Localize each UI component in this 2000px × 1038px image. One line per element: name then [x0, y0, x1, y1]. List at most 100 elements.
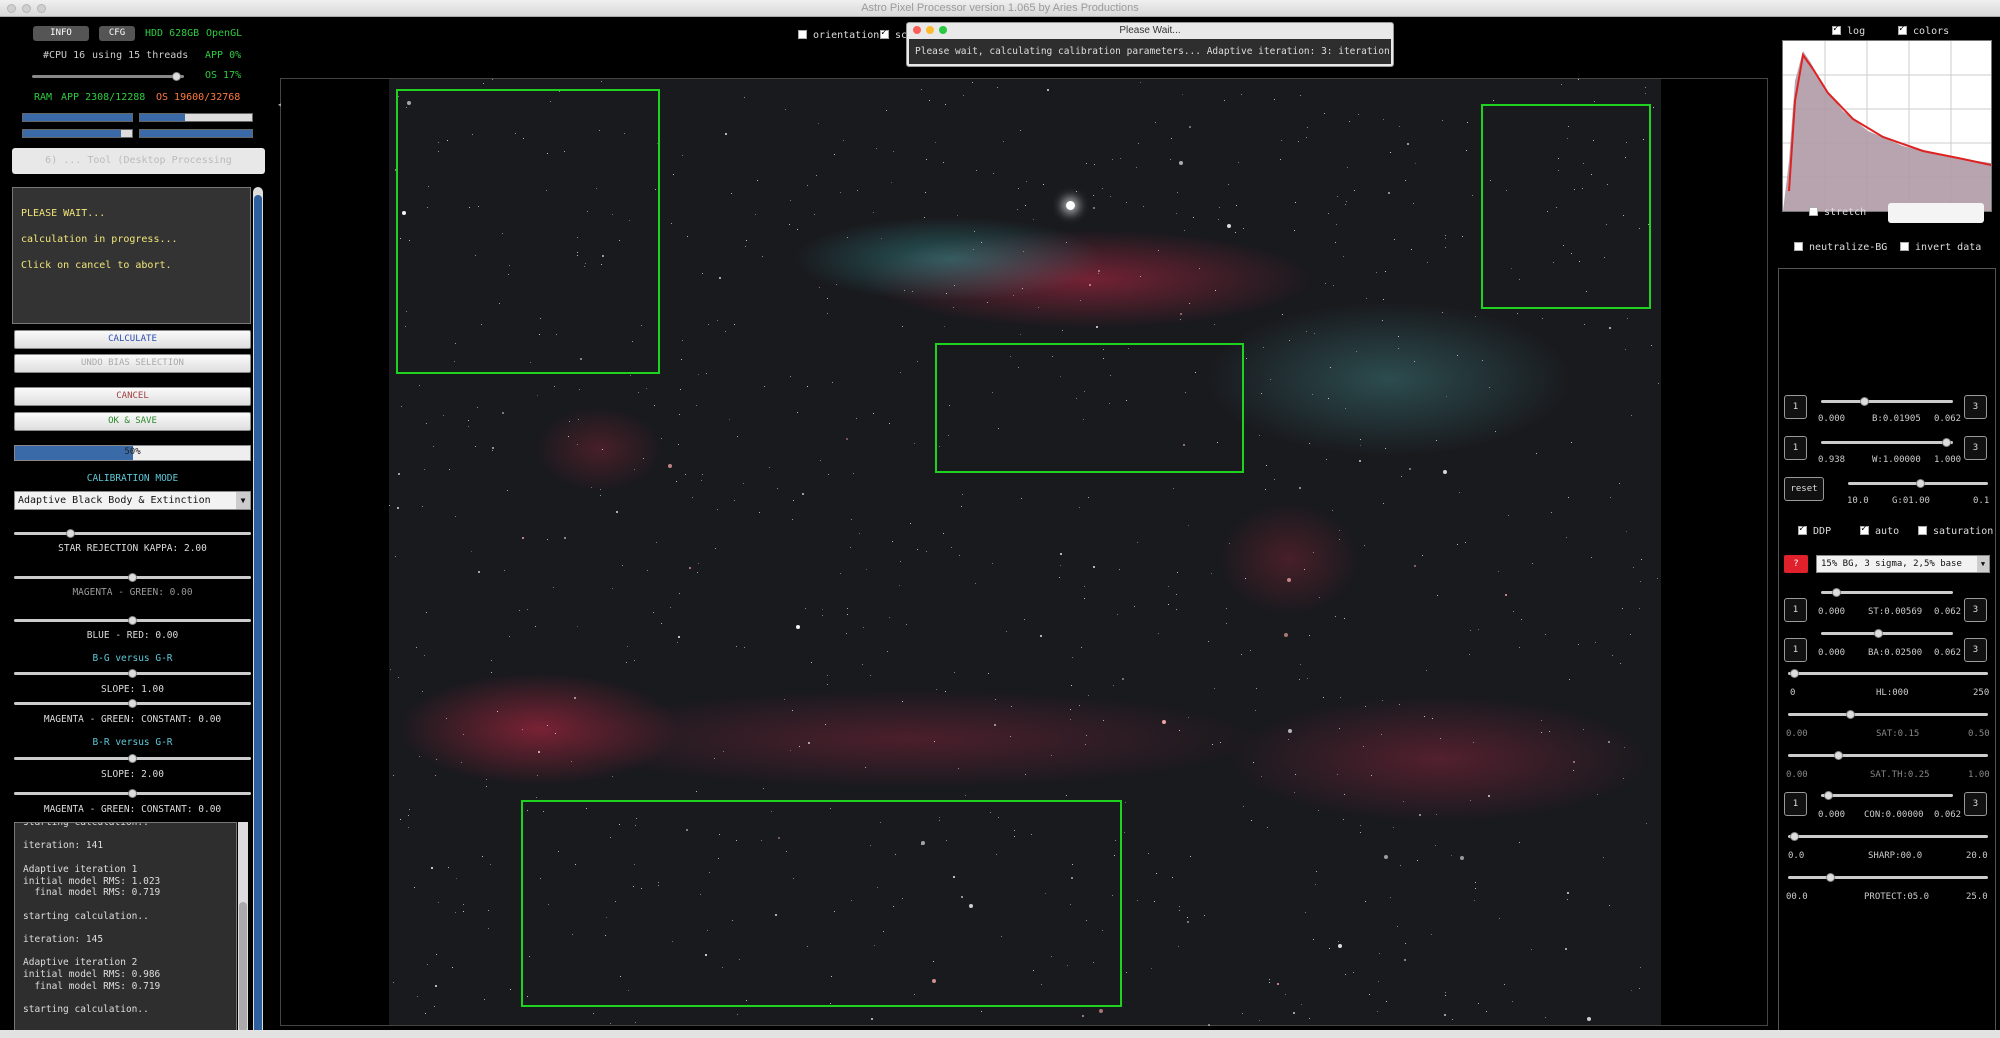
reset-button[interactable]: reset: [1784, 477, 1824, 501]
star: [1415, 163, 1417, 165]
log-area[interactable]: starting calculation.. iteration: 141 Ad…: [14, 822, 237, 1038]
cpu-slider[interactable]: [32, 72, 184, 81]
slider-knob[interactable]: [1916, 479, 1925, 488]
saturation-option[interactable]: saturation: [1918, 526, 1993, 537]
b-increase-button[interactable]: 3: [1964, 395, 1987, 419]
calculate-button[interactable]: CALCULATE: [14, 330, 251, 349]
slider-knob[interactable]: [66, 529, 75, 538]
con-decrease-button[interactable]: 1: [1784, 792, 1807, 816]
auto-option[interactable]: auto: [1860, 523, 1899, 537]
stretch-checkbox[interactable]: [1809, 207, 1818, 216]
cfg-button[interactable]: CFG: [99, 26, 135, 41]
ddp-preset-select[interactable]: 15% BG, 3 sigma, 2,5% base ▼: [1816, 555, 1990, 573]
mg-constant1-slider[interactable]: [14, 699, 251, 708]
w-increase-button[interactable]: 3: [1964, 436, 1987, 460]
w-decrease-button[interactable]: 1: [1784, 436, 1807, 460]
st-increase-button[interactable]: 3: [1964, 598, 1987, 622]
second-checkbox[interactable]: [880, 27, 889, 39]
b-slider[interactable]: [1821, 397, 1953, 406]
help-button[interactable]: ?: [1784, 555, 1808, 573]
chevron-down-icon[interactable]: ▼: [236, 492, 250, 509]
ddp-checkbox[interactable]: [1798, 523, 1807, 535]
slider-knob[interactable]: [1834, 751, 1843, 760]
satth-slider[interactable]: [1788, 751, 1988, 760]
log-option[interactable]: log: [1832, 23, 1865, 37]
g-slider[interactable]: [1848, 479, 1988, 488]
ba-increase-button[interactable]: 3: [1964, 638, 1987, 662]
orientation-option[interactable]: orientation: [798, 30, 879, 41]
protect-slider[interactable]: [1788, 873, 1988, 882]
cancel-button[interactable]: CANCEL: [14, 387, 251, 406]
cpu-slider-knob[interactable]: [172, 72, 181, 81]
slider-knob[interactable]: [1860, 397, 1869, 406]
colors-option[interactable]: colors: [1898, 23, 1949, 37]
neutralize-checkbox[interactable]: [1794, 242, 1803, 251]
sat-value: SAT:0.15: [1876, 729, 1920, 739]
chevron-down-icon[interactable]: ▼: [1977, 556, 1989, 572]
log-scrollbar[interactable]: [238, 822, 248, 1038]
sat-slider[interactable]: [1788, 710, 1988, 719]
orientation-checkbox[interactable]: [798, 30, 807, 39]
slider-knob[interactable]: [1942, 438, 1951, 447]
collapse-left-handle[interactable]: ◂: [277, 100, 283, 120]
slider-knob[interactable]: [1832, 588, 1841, 597]
slope1-slider[interactable]: [14, 669, 251, 678]
star: [1377, 1011, 1379, 1013]
slider-knob[interactable]: [1790, 669, 1799, 678]
w-slider[interactable]: [1821, 438, 1953, 447]
con-increase-button[interactable]: 3: [1964, 792, 1987, 816]
star: [1060, 553, 1063, 556]
slope2-label: SLOPE: 2.00: [101, 769, 164, 780]
slider-knob[interactable]: [128, 699, 137, 708]
log-checkbox[interactable]: [1832, 23, 1841, 35]
sharp-slider[interactable]: [1788, 832, 1988, 841]
hl-slider[interactable]: [1788, 669, 1988, 678]
slider-knob[interactable]: [128, 754, 137, 763]
ba-decrease-button[interactable]: 1: [1784, 638, 1807, 662]
slider-knob[interactable]: [1846, 710, 1855, 719]
star: [840, 192, 842, 194]
b-decrease-button[interactable]: 1: [1784, 395, 1807, 419]
slope2-slider[interactable]: [14, 754, 251, 763]
bg-sample-box-1[interactable]: [396, 89, 660, 374]
bg-sample-box-4[interactable]: [521, 800, 1122, 1007]
neutralize-option[interactable]: neutralize-BG: [1794, 242, 1887, 253]
slider-knob[interactable]: [1826, 873, 1835, 882]
ba-slider[interactable]: [1821, 629, 1953, 638]
log-scroll-thumb[interactable]: [239, 902, 247, 1032]
slider-knob[interactable]: [1790, 832, 1799, 841]
colors-checkbox[interactable]: [1898, 23, 1907, 35]
left-panel-scrollbar[interactable]: [253, 187, 263, 1038]
slider-knob[interactable]: [128, 616, 137, 625]
undo-selection-button[interactable]: UNDO BIAS SELECTION: [14, 354, 251, 373]
calibration-mode-select[interactable]: Adaptive Black Body & Extinction ▼: [14, 491, 251, 510]
st-slider[interactable]: [1821, 588, 1953, 597]
con-slider[interactable]: [1821, 791, 1953, 800]
slider-knob[interactable]: [128, 669, 137, 678]
second-option[interactable]: sc: [880, 27, 907, 41]
ok-save-button[interactable]: OK & SAVE: [14, 412, 251, 431]
st-decrease-button[interactable]: 1: [1784, 598, 1807, 622]
magenta-green-slider[interactable]: [14, 573, 251, 582]
stretch-option[interactable]: stretch: [1809, 207, 1866, 218]
ddp-option[interactable]: DDP: [1798, 523, 1831, 537]
slider-knob[interactable]: [1874, 629, 1883, 638]
star: [1567, 899, 1569, 901]
left-panel-scroll-thumb[interactable]: [254, 195, 262, 1038]
bg-sample-box-2[interactable]: [1481, 104, 1651, 309]
slider-knob[interactable]: [128, 573, 137, 582]
auto-checkbox[interactable]: [1860, 523, 1869, 535]
star-rejection-slider[interactable]: [14, 529, 251, 538]
star: [1025, 205, 1027, 207]
stretch-button[interactable]: [1888, 203, 1984, 223]
slider-knob[interactable]: [128, 789, 137, 798]
slider-knob[interactable]: [1824, 791, 1833, 800]
bg-sample-box-3[interactable]: [935, 343, 1244, 473]
invert-option[interactable]: invert data: [1900, 242, 1981, 253]
star: [1143, 206, 1145, 208]
saturation-checkbox[interactable]: [1918, 526, 1927, 535]
blue-red-slider[interactable]: [14, 616, 251, 625]
mg-constant2-slider[interactable]: [14, 789, 251, 798]
info-button[interactable]: INFO: [33, 26, 89, 41]
invert-checkbox[interactable]: [1900, 242, 1909, 251]
